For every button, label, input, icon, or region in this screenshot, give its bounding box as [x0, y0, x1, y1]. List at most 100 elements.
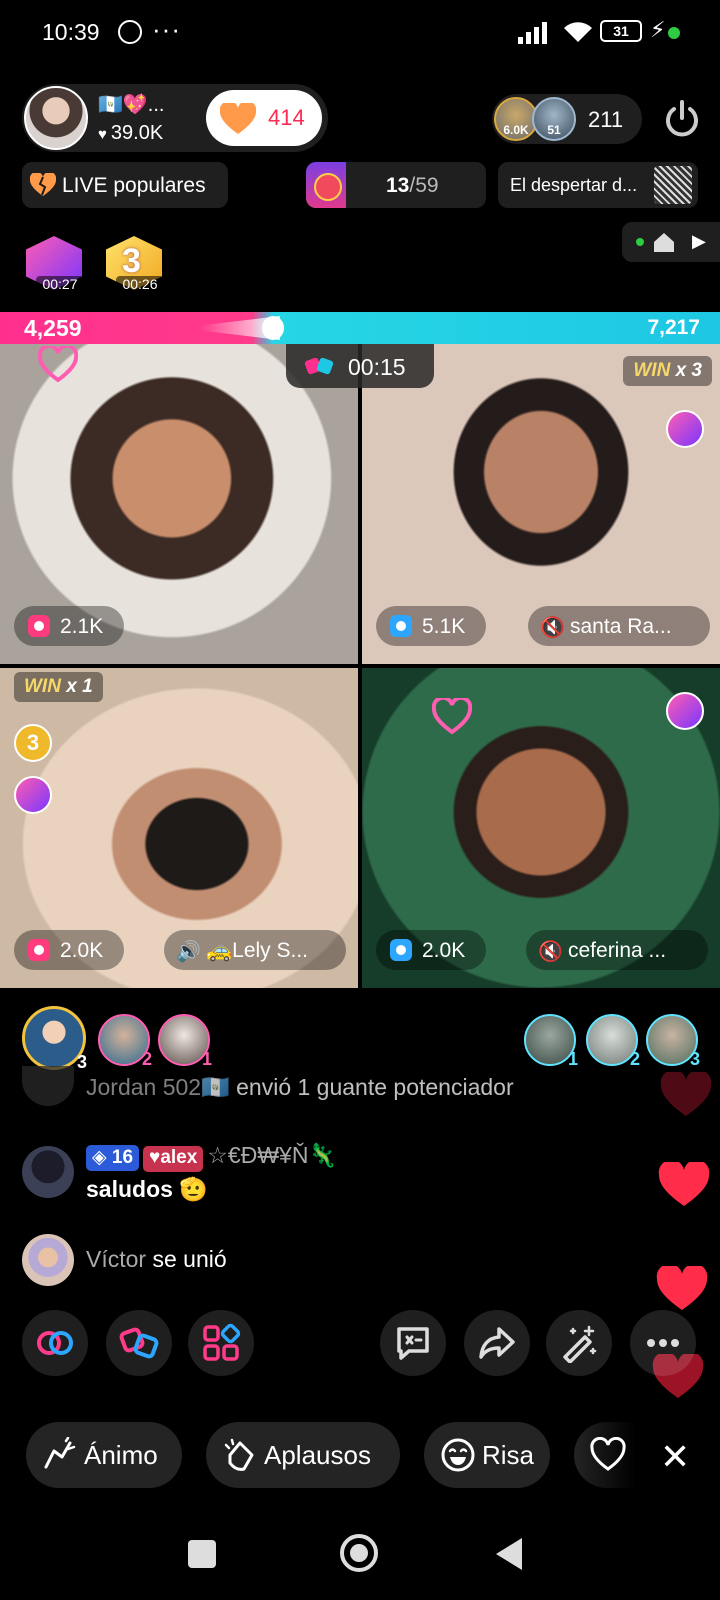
gift-icon — [28, 939, 50, 961]
host-profile-pill[interactable]: 🇬🇹💖... ♥ 39.0K 414 — [22, 84, 328, 152]
follow-count: 414 — [268, 105, 305, 130]
boost-timer: 00:27 — [36, 276, 84, 292]
power-icon[interactable] — [660, 98, 704, 142]
charging-icon: ⚡ — [650, 17, 666, 42]
guest-score-value: 2.0K — [60, 939, 104, 962]
mini-player-toggle[interactable]: ▶ — [622, 222, 720, 262]
chat-avatar[interactable] — [22, 1234, 74, 1286]
chat-body: saludos 🫡 — [86, 1176, 208, 1202]
close-reactions-icon[interactable]: ✕ — [660, 1436, 690, 1478]
host-likes: ♥ 39.0K — [98, 122, 163, 145]
guest-tile[interactable]: WIN x 1 3 2.0K 🔊 🚕Lely S... — [0, 668, 358, 988]
boost-badge[interactable]: 00:26 — [102, 236, 166, 296]
supporter-avatar[interactable]: 3 — [646, 1014, 700, 1069]
guest-tile[interactable]: 2.1K — [0, 344, 358, 664]
supporter-rank: 3 — [689, 1049, 700, 1069]
guest-score: 5.1K — [376, 606, 486, 646]
more-options-button[interactable] — [630, 1310, 696, 1376]
battle-divider — [262, 316, 284, 340]
guest-name-pill[interactable]: 🔊 🚕Lely S... — [164, 930, 346, 970]
song-artwork — [654, 166, 692, 204]
guest-score-value: 5.1K — [422, 615, 466, 638]
host-likes-count: 39.0K — [110, 122, 164, 144]
top-viewer-avatar[interactable]: 51 — [532, 97, 576, 141]
comment-button[interactable] — [380, 1310, 446, 1376]
share-button[interactable] — [464, 1310, 530, 1376]
quick-reaction-label: Aplausos — [264, 1440, 371, 1470]
heart-face-icon — [590, 1437, 626, 1471]
quick-reaction-applause[interactable]: Aplausos — [206, 1422, 400, 1488]
viewer-list-pill[interactable]: 6.0K 51 211 — [492, 94, 642, 144]
wifi-icon — [564, 22, 592, 42]
effects-button[interactable] — [546, 1310, 612, 1376]
guest-score-value: 2.0K — [422, 939, 466, 962]
heart-icon — [220, 103, 256, 134]
live-popular-chip[interactable]: LIVE populares — [22, 162, 228, 208]
chat-text: Jordan 502🇬🇹 envió 1 guante potenciador — [86, 1074, 514, 1101]
guest-name-pill[interactable]: 🔇 ceferina ... — [526, 930, 708, 970]
arrow-right-icon: ▶ — [692, 231, 706, 251]
battle-timer-value: 00:15 — [348, 354, 406, 380]
gift-icon — [28, 615, 50, 637]
chat-message: Jordan 502🇬🇹 envió 1 guante potenciador — [22, 1066, 622, 1114]
recents-nav-button[interactable] — [188, 1540, 216, 1568]
chat-body: se unió — [146, 1246, 227, 1272]
guest-score-value: 2.1K — [60, 615, 104, 638]
supporter-avatar[interactable]: 1 — [524, 1014, 578, 1069]
supporter-rank: 3 — [76, 1052, 87, 1072]
team-badge: ♥alex — [143, 1146, 204, 1172]
battle-icon — [119, 1327, 159, 1359]
ranking-chip[interactable]: 13/59 — [306, 162, 486, 208]
song-title: El despertar d... — [510, 175, 638, 195]
back-nav-button[interactable] — [496, 1538, 522, 1570]
chat-bubble-icon — [397, 1327, 429, 1360]
magic-wand-icon — [563, 1325, 597, 1363]
chat-body: envió 1 guante potenciador — [229, 1074, 514, 1100]
supporter-avatar[interactable]: 2 — [98, 1014, 152, 1069]
guest-score: 2.0K — [376, 930, 486, 970]
tiktok-logo-icon — [22, 1066, 74, 1106]
guest-tile[interactable]: 2.0K 🔇 ceferina ... — [362, 668, 720, 988]
chat-username[interactable]: ☆€Ɖ₩¥Ň🦎 — [207, 1142, 337, 1168]
speaker-icon: 🔊 — [176, 941, 201, 963]
host-avatar[interactable] — [24, 86, 88, 150]
quick-reaction-laugh[interactable]: Risa — [424, 1422, 550, 1488]
muted-speaker-icon: 🔇 — [538, 941, 563, 963]
lightning-icon — [666, 410, 704, 448]
clapping-hands-icon — [224, 1438, 254, 1471]
grid-icon — [203, 1323, 241, 1361]
chat-avatar[interactable] — [22, 1146, 74, 1198]
supporter-rank: 2 — [141, 1049, 152, 1069]
chat-header: ◈ 16 ♥alex ☆€Ɖ₩¥Ň🦎 — [86, 1142, 337, 1172]
floating-heart-icon — [660, 1072, 712, 1116]
features-button[interactable] — [188, 1310, 254, 1376]
left-team-score: 4,259 — [24, 315, 82, 341]
supporter-avatar[interactable]: 2 — [586, 1014, 640, 1069]
quick-reaction-love[interactable] — [574, 1422, 636, 1488]
home-nav-button[interactable] — [340, 1534, 378, 1572]
chat-message: Víctor se unió — [22, 1234, 622, 1290]
follow-button[interactable]: 414 — [206, 90, 322, 146]
boost-badge[interactable]: 00:27 — [22, 236, 86, 296]
top-supporter-avatar[interactable]: 3 — [22, 1006, 87, 1072]
quick-reaction-cheer[interactable]: Ánimo — [26, 1422, 182, 1488]
song-chip[interactable]: El despertar d... — [498, 162, 698, 208]
guest-tile[interactable]: WIN x 3 5.1K 🔇 santa Ra... — [362, 344, 720, 664]
gift-icon — [390, 615, 412, 637]
cheer-hand-icon — [44, 1437, 76, 1469]
broken-heart-icon — [30, 173, 56, 196]
link-rings-icon — [37, 1331, 73, 1355]
guest-score: 2.1K — [14, 606, 124, 646]
chat-username[interactable]: Jordan 502🇬🇹 — [86, 1074, 230, 1100]
supporter-rank: 1 — [567, 1049, 578, 1069]
multi-guest-button[interactable] — [22, 1310, 88, 1376]
signal-icon — [518, 22, 547, 44]
share-arrow-icon — [479, 1327, 515, 1359]
gift-icon — [390, 939, 412, 961]
guest-name-pill[interactable]: 🔇 santa Ra... — [528, 606, 710, 646]
chat-username[interactable]: Víctor — [86, 1246, 146, 1272]
battery-icon: 31 — [600, 20, 642, 42]
clock: 10:39 — [42, 19, 100, 45]
supporter-avatar[interactable]: 1 — [158, 1014, 212, 1069]
battle-button[interactable] — [106, 1310, 172, 1376]
